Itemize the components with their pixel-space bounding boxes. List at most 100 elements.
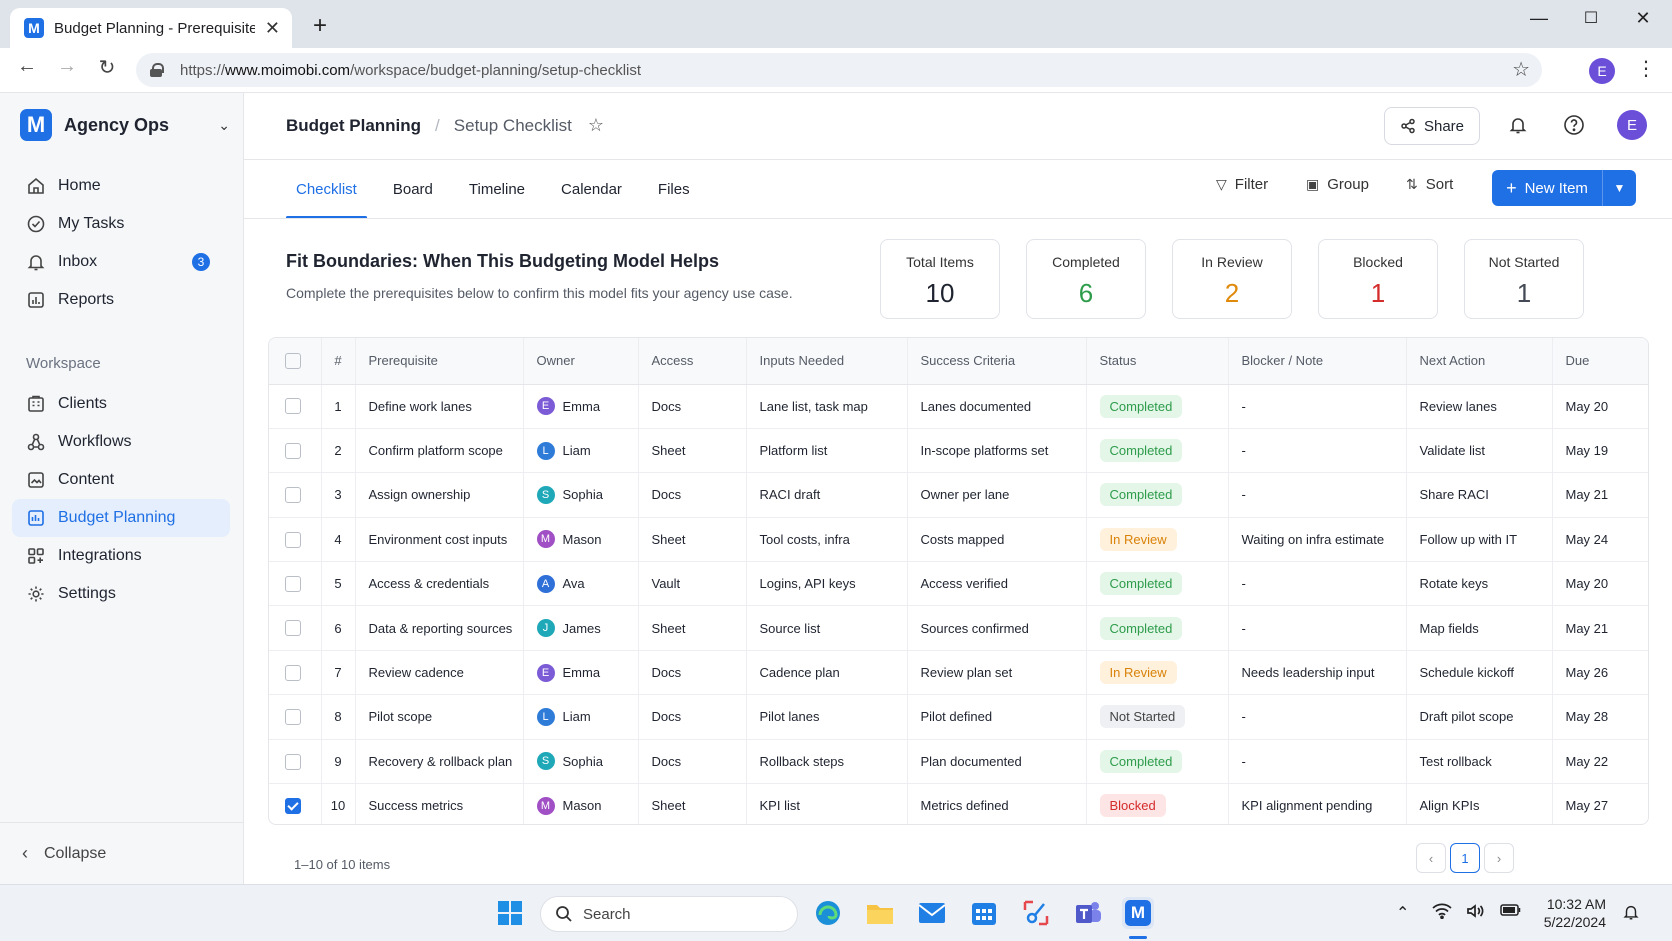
battery-icon[interactable] bbox=[1500, 903, 1522, 922]
status-badge[interactable]: In Review bbox=[1099, 527, 1177, 551]
status-badge[interactable]: In Review bbox=[1099, 661, 1177, 685]
previous-page-button[interactable]: ‹ bbox=[1416, 843, 1446, 873]
row-checkbox[interactable] bbox=[285, 442, 301, 459]
address-bar[interactable]: https://www.moimobi.com/workspace/budget… bbox=[136, 53, 1542, 87]
tab-board[interactable]: Board bbox=[383, 159, 443, 219]
status-badge[interactable]: Completed bbox=[1099, 439, 1183, 463]
prerequisite-cell[interactable]: Access & credentials bbox=[355, 561, 524, 607]
row-checkbox[interactable] bbox=[285, 576, 301, 593]
prerequisite-cell[interactable]: Review cadence bbox=[355, 650, 524, 696]
prerequisite-cell[interactable]: Data & reporting sources bbox=[355, 605, 524, 651]
close-tab-icon[interactable]: ✕ bbox=[263, 18, 282, 39]
sidebar-item-content[interactable]: Content bbox=[12, 461, 230, 499]
notifications-bell-icon[interactable] bbox=[1506, 113, 1530, 137]
sidebar-item-settings[interactable]: Settings bbox=[12, 575, 230, 613]
row-checkbox[interactable] bbox=[285, 798, 301, 815]
mail-icon[interactable] bbox=[916, 897, 948, 929]
sidebar-item-clients[interactable]: Clients bbox=[12, 385, 230, 423]
status-badge[interactable]: Completed bbox=[1099, 483, 1183, 507]
volume-icon[interactable] bbox=[1466, 903, 1486, 924]
sidebar-item-home[interactable]: Home bbox=[12, 167, 230, 205]
sidebar-item-budget-planning[interactable]: Budget Planning bbox=[12, 499, 230, 537]
column-header-prerequisite[interactable]: Prerequisite bbox=[355, 338, 524, 385]
collapse-sidebar-button[interactable]: ‹ Collapse bbox=[0, 822, 243, 884]
notification-center-icon[interactable] bbox=[1622, 903, 1640, 926]
new-item-button[interactable]: + New Item bbox=[1492, 170, 1602, 206]
window-close-icon[interactable]: ✕ bbox=[1628, 8, 1658, 29]
moimobi-app-icon[interactable]: M bbox=[1122, 897, 1154, 929]
minimize-icon[interactable]: — bbox=[1524, 8, 1554, 29]
taskbar-search[interactable]: Search bbox=[540, 896, 798, 932]
snipping-tool-icon[interactable] bbox=[1020, 897, 1052, 929]
column-header-next-action[interactable]: Next Action bbox=[1406, 338, 1553, 385]
sort-button[interactable]: ⇅ Sort bbox=[1406, 176, 1453, 193]
table-row[interactable]: 7 Review cadence E Emma Docs Cadence plan Revi… bbox=[269, 650, 1648, 696]
file-explorer-icon[interactable] bbox=[864, 897, 896, 929]
status-badge[interactable]: Completed bbox=[1099, 394, 1183, 418]
prerequisite-cell[interactable]: Define work lanes bbox=[355, 384, 524, 429]
table-row[interactable]: 6 Data & reporting sources J James Sheet Sour… bbox=[269, 605, 1648, 651]
system-clock[interactable]: 10:32 AM 5/22/2024 bbox=[1532, 895, 1606, 931]
table-row[interactable]: 1 Define work lanes E Emma Docs Lane list, ta… bbox=[269, 384, 1648, 429]
row-checkbox[interactable] bbox=[285, 709, 301, 726]
column-header-success-criteria[interactable]: Success Criteria bbox=[907, 338, 1087, 385]
table-row[interactable]: 9 Recovery & rollback plan S Sophia Docs Roll… bbox=[269, 739, 1648, 785]
tray-chevron-up-icon[interactable]: ⌃ bbox=[1396, 903, 1409, 923]
teams-icon[interactable] bbox=[1072, 897, 1104, 929]
workspace-switcher[interactable]: M Agency Ops ⌄ bbox=[20, 109, 230, 141]
browser-menu-icon[interactable]: ⋮ bbox=[1636, 56, 1656, 81]
row-checkbox[interactable] bbox=[285, 753, 301, 770]
filter-button[interactable]: ▽ Filter bbox=[1216, 176, 1268, 193]
edge-browser-icon[interactable] bbox=[812, 897, 844, 929]
page-number-button[interactable]: 1 bbox=[1450, 843, 1480, 873]
prerequisite-cell[interactable]: Success metrics bbox=[355, 783, 524, 824]
row-checkbox[interactable] bbox=[285, 620, 301, 637]
windows-start-icon[interactable] bbox=[494, 897, 526, 929]
bookmark-star-icon[interactable]: ☆ bbox=[1512, 57, 1530, 82]
browser-profile-avatar[interactable]: E bbox=[1589, 58, 1615, 84]
sidebar-item-integrations[interactable]: Integrations bbox=[12, 537, 230, 575]
prerequisite-cell[interactable]: Assign ownership bbox=[355, 472, 524, 518]
group-button[interactable]: ▣ Group bbox=[1306, 176, 1369, 193]
status-badge[interactable]: Completed bbox=[1099, 749, 1183, 773]
status-badge[interactable]: Not Started bbox=[1099, 705, 1186, 729]
table-row[interactable]: 4 Environment cost inputs M Mason Sheet Tool … bbox=[269, 517, 1648, 563]
status-badge[interactable]: Completed bbox=[1099, 572, 1183, 596]
forward-icon[interactable]: → bbox=[52, 55, 82, 78]
browser-tab[interactable]: M Budget Planning - Prerequisite C ✕ bbox=[10, 8, 292, 48]
column-header-due[interactable]: Due bbox=[1552, 338, 1648, 385]
row-checkbox[interactable] bbox=[285, 664, 301, 681]
new-item-dropdown-chevron-icon[interactable]: ▼ bbox=[1602, 170, 1636, 206]
table-row[interactable]: 5 Access & credentials A Ava Vault Logins, AP… bbox=[269, 561, 1648, 607]
status-badge[interactable]: Completed bbox=[1099, 616, 1183, 640]
row-checkbox[interactable] bbox=[285, 487, 301, 504]
table-row[interactable]: 8 Pilot scope L Liam Docs Pilot lanes Pilot de… bbox=[269, 694, 1648, 740]
help-icon[interactable] bbox=[1562, 113, 1586, 137]
maximize-icon[interactable]: ☐ bbox=[1576, 8, 1606, 28]
share-button[interactable]: Share bbox=[1384, 107, 1480, 145]
column-header-blocker-note[interactable]: Blocker / Note bbox=[1228, 338, 1407, 385]
wifi-icon[interactable] bbox=[1432, 903, 1452, 924]
sidebar-item-workflows[interactable]: Workflows bbox=[12, 423, 230, 461]
column-header-access[interactable]: Access bbox=[638, 338, 747, 385]
sidebar-item-inbox[interactable]: Inbox 3 bbox=[12, 243, 230, 281]
tab-checklist[interactable]: Checklist bbox=[286, 159, 367, 219]
reload-icon[interactable]: ↻ bbox=[92, 55, 122, 80]
sidebar-item-reports[interactable]: Reports bbox=[12, 281, 230, 319]
favorite-star-icon[interactable]: ☆ bbox=[588, 115, 604, 136]
sidebar-item-my-tasks[interactable]: My Tasks bbox=[12, 205, 230, 243]
calendar-app-icon[interactable] bbox=[968, 897, 1000, 929]
new-tab-icon[interactable]: + bbox=[306, 12, 334, 40]
back-icon[interactable]: ← bbox=[12, 55, 42, 78]
breadcrumb-root[interactable]: Budget Planning bbox=[286, 116, 421, 136]
tab-calendar[interactable]: Calendar bbox=[551, 159, 632, 219]
next-page-button[interactable]: › bbox=[1484, 843, 1514, 873]
select-all-checkbox[interactable] bbox=[285, 353, 301, 370]
tab-timeline[interactable]: Timeline bbox=[459, 159, 535, 219]
table-row[interactable]: 3 Assign ownership S Sophia Docs RACI draft Ow… bbox=[269, 472, 1648, 518]
prerequisite-cell[interactable]: Pilot scope bbox=[355, 694, 524, 740]
prerequisite-cell[interactable]: Recovery & rollback plan bbox=[355, 739, 524, 785]
table-row[interactable]: 10 Success metrics M Mason Sheet KPI list Metr… bbox=[269, 783, 1648, 824]
table-row[interactable]: 2 Confirm platform scope L Liam Sheet Platfor… bbox=[269, 428, 1648, 474]
column-header-status[interactable]: Status bbox=[1086, 338, 1229, 385]
